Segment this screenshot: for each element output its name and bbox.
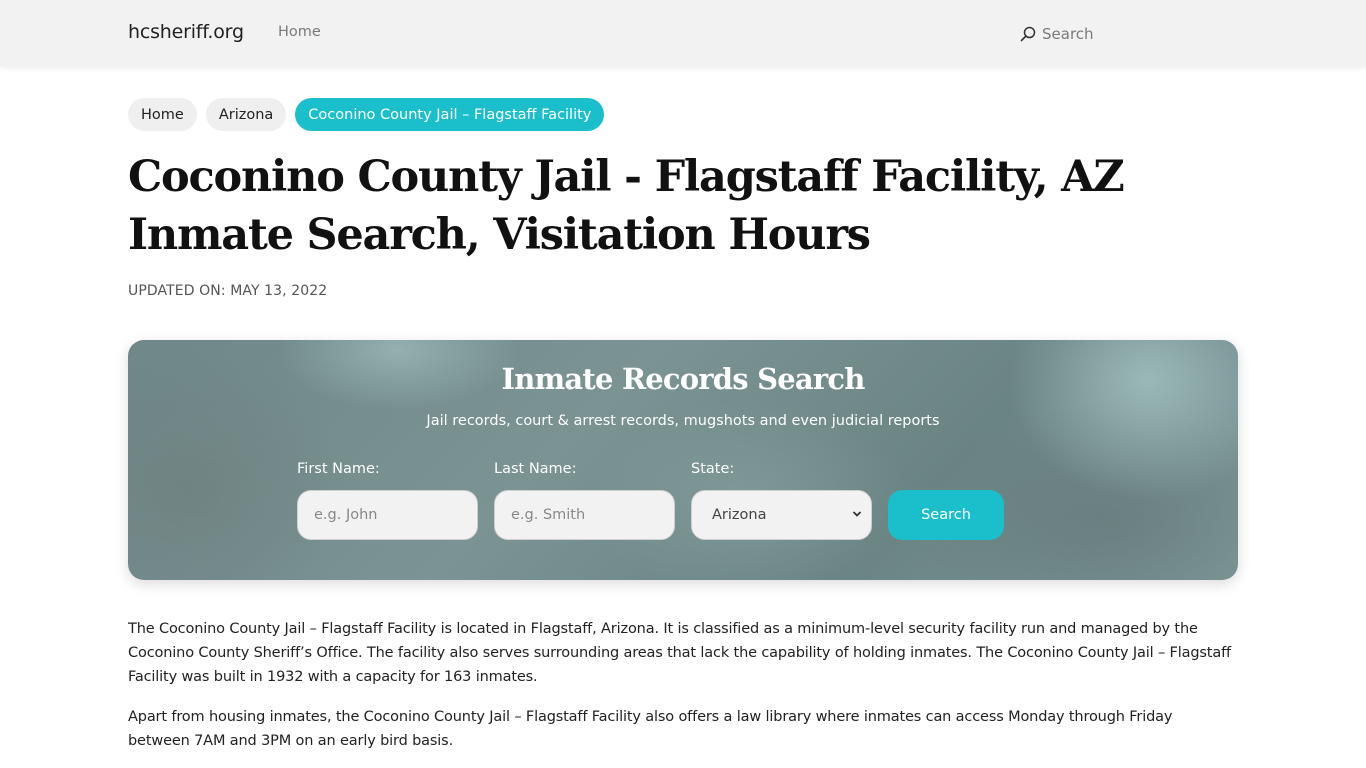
updated-date: UPDATED ON: MAY 13, 2022: [128, 283, 328, 299]
last-name-input[interactable]: [494, 490, 675, 540]
search-card-title: Inmate Records Search: [501, 362, 865, 396]
site-logo-link[interactable]: hcsheriff.org: [128, 21, 244, 43]
page-title-line-2: Inmate Search, Visitation Hours: [128, 210, 871, 260]
top-navbar: hcsheriff.org Home Search: [0, 0, 1366, 66]
breadcrumb-current-page[interactable]: Coconino County Jail – Flagstaff Facilit…: [295, 98, 605, 131]
search-icon: [1020, 26, 1036, 42]
breadcrumb: Home Arizona Coconino County Jail – Flag…: [128, 98, 605, 131]
article-paragraph: Apart from housing inmates, the Coconino…: [128, 709, 1173, 749]
first-name-input[interactable]: [297, 490, 478, 540]
first-name-label: First Name:: [297, 461, 380, 477]
nav-search-label: Search: [1042, 25, 1094, 43]
state-label: State:: [691, 461, 735, 477]
state-select-wrapper: Arizona: [691, 490, 872, 540]
inmate-search-card: Inmate Records Search Jail records, cour…: [128, 340, 1238, 580]
page-title: Coconino County Jail - Flagstaff Facilit…: [128, 148, 1228, 264]
search-submit-button[interactable]: Search: [888, 490, 1004, 540]
nav-link-home[interactable]: Home: [278, 24, 321, 40]
page-title-line-1: Coconino County Jail - Flagstaff Facilit…: [128, 152, 1125, 202]
search-card-subtitle: Jail records, court & arrest records, mu…: [426, 413, 940, 429]
breadcrumb-home[interactable]: Home: [128, 98, 197, 131]
last-name-label: Last Name:: [494, 461, 577, 477]
article-content: The Coconino County Jail – Flagstaff Fac…: [128, 617, 1238, 768]
breadcrumb-arizona[interactable]: Arizona: [205, 98, 287, 131]
nav-search-button[interactable]: Search: [1020, 23, 1094, 45]
article-paragraph: The Coconino County Jail – Flagstaff Fac…: [128, 621, 1231, 685]
state-select[interactable]: Arizona: [691, 490, 872, 540]
